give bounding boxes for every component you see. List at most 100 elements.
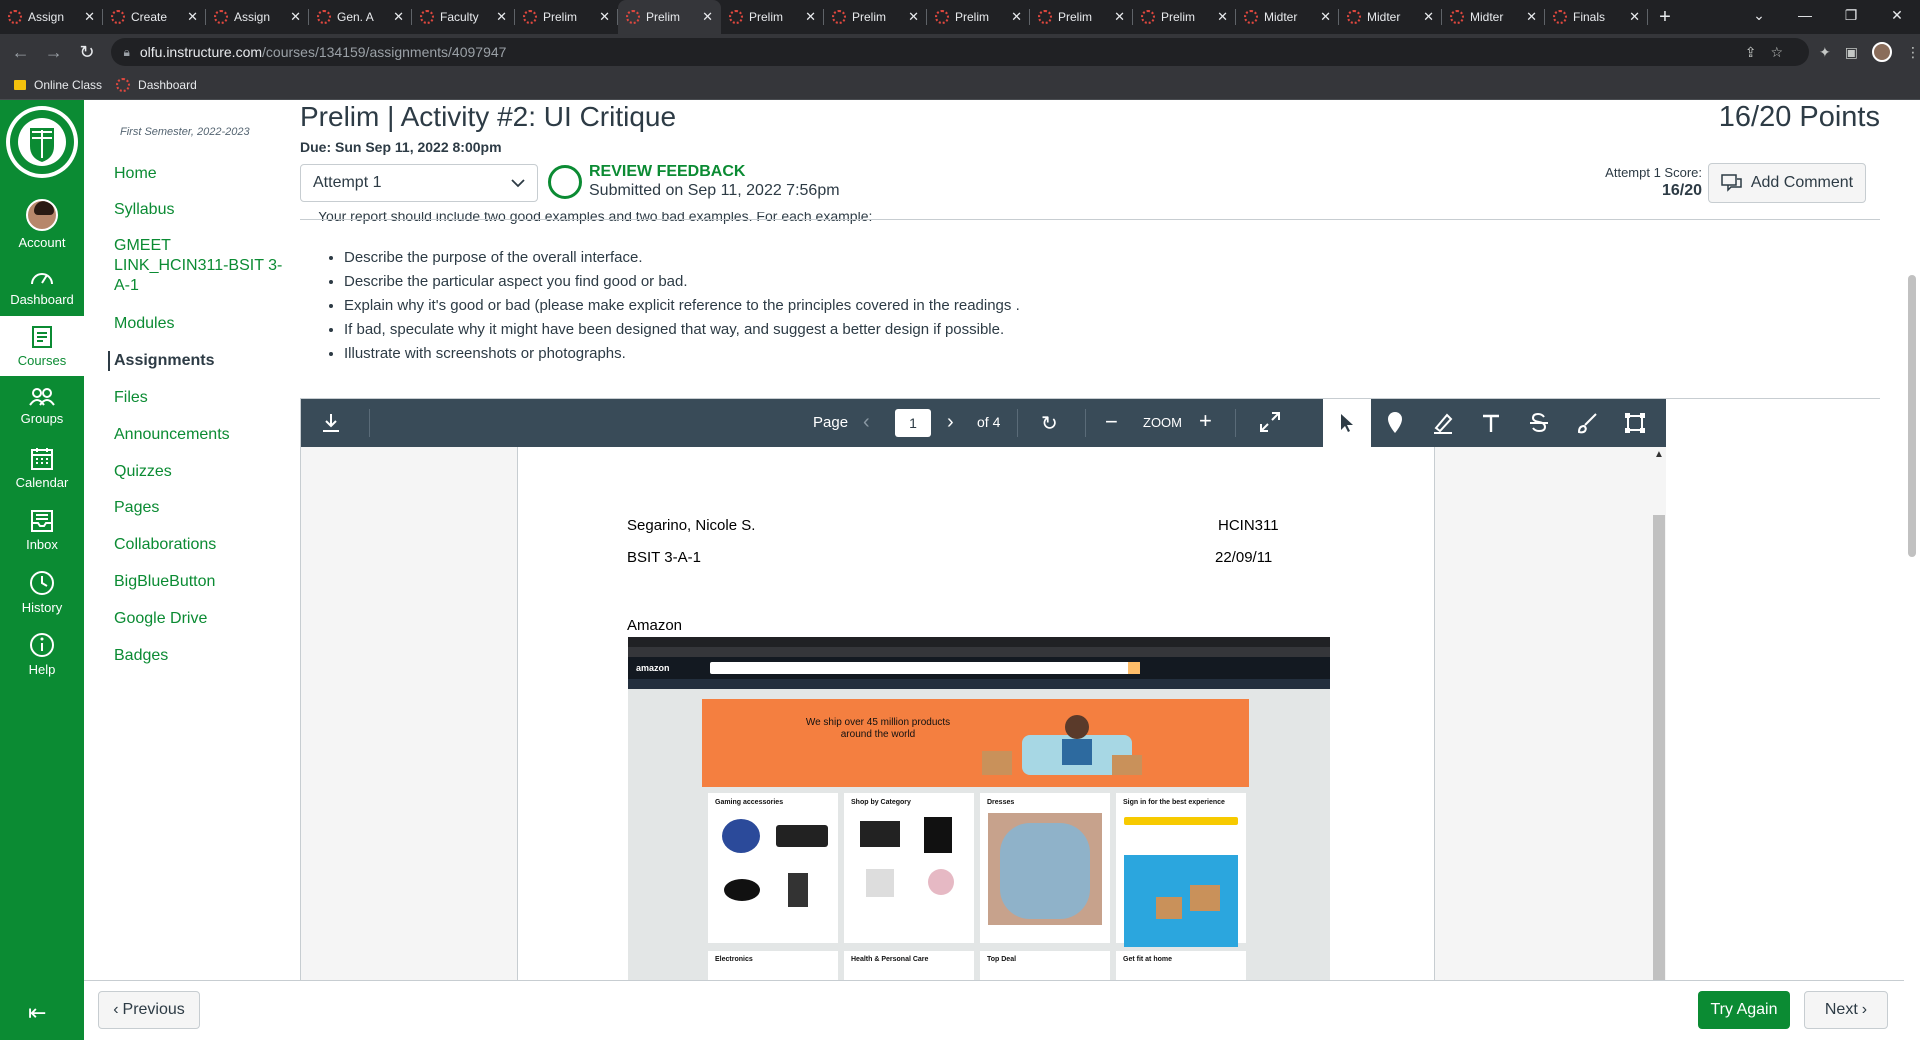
- tab-label: Prelim: [749, 10, 784, 24]
- close-window-icon[interactable]: ✕: [1874, 0, 1920, 34]
- scroll-up-icon[interactable]: ▲: [1654, 449, 1664, 460]
- tab-close-icon[interactable]: ✕: [84, 9, 95, 25]
- browser-tab[interactable]: Finals ✕: [1545, 0, 1648, 34]
- collapse-nav-icon[interactable]: ⇤: [28, 1000, 46, 1026]
- menu-icon[interactable]: ⋮: [1906, 44, 1920, 61]
- back-icon[interactable]: ←: [4, 42, 37, 63]
- chevron-left-icon: ‹: [113, 1001, 119, 1018]
- course-nav-google-drive[interactable]: Google Drive: [114, 609, 284, 629]
- course-nav-modules[interactable]: Modules: [114, 314, 284, 334]
- text-tool[interactable]: [1467, 399, 1515, 447]
- viewer-scrollbar[interactable]: ▲: [1651, 447, 1666, 980]
- minimize-icon[interactable]: —: [1782, 0, 1828, 34]
- zoom-out-icon[interactable]: −: [1105, 409, 1118, 435]
- page-scrollbar[interactable]: [1904, 100, 1920, 1040]
- add-comment-button[interactable]: Add Comment: [1708, 163, 1866, 203]
- new-tab-button[interactable]: +: [1648, 0, 1682, 34]
- nav-inbox[interactable]: Inbox: [0, 500, 84, 560]
- download-icon[interactable]: [321, 412, 341, 434]
- viewer-scroll-thumb[interactable]: [1653, 515, 1665, 980]
- tab-close-icon[interactable]: ✕: [1011, 9, 1022, 25]
- course-nav-syllabus[interactable]: Syllabus: [114, 200, 284, 220]
- highlight-tool[interactable]: [1419, 399, 1467, 447]
- course-nav-home[interactable]: Home: [114, 164, 284, 184]
- browser-tab[interactable]: Create ✕: [103, 0, 206, 34]
- forward-icon[interactable]: →: [37, 42, 70, 63]
- browser-tab[interactable]: Prelim ✕: [1133, 0, 1236, 34]
- course-nav-bigbluebutton[interactable]: BigBlueButton: [114, 572, 284, 592]
- browser-tab[interactable]: Assign ✕: [0, 0, 103, 34]
- tab-close-icon[interactable]: ✕: [1423, 9, 1434, 25]
- browser-tab[interactable]: Midter ✕: [1236, 0, 1339, 34]
- point-tool[interactable]: [1371, 399, 1419, 447]
- browser-tab[interactable]: Prelim ✕: [824, 0, 927, 34]
- restore-icon[interactable]: ❐: [1828, 0, 1874, 34]
- strikeout-tool[interactable]: [1515, 399, 1563, 447]
- browser-tab[interactable]: Midter ✕: [1339, 0, 1442, 34]
- extensions-icon[interactable]: ✦: [1819, 44, 1831, 61]
- rotate-icon[interactable]: ↻: [1041, 411, 1058, 436]
- course-nav-files[interactable]: Files: [114, 388, 284, 408]
- tab-close-icon[interactable]: ✕: [1526, 9, 1537, 25]
- tab-close-icon[interactable]: ✕: [1629, 9, 1640, 25]
- address-bar[interactable]: 🔒︎ olfu.instructure.com /courses/134159/…: [111, 38, 1810, 66]
- course-nav-quizzes[interactable]: Quizzes: [114, 462, 284, 482]
- nav-account[interactable]: Account: [0, 194, 84, 254]
- browser-tab[interactable]: Prelim ✕: [618, 0, 721, 34]
- course-nav-collaborations[interactable]: Collaborations: [114, 535, 284, 555]
- nav-calendar[interactable]: Calendar: [0, 438, 84, 498]
- course-nav-assignments[interactable]: Assignments: [108, 351, 278, 371]
- next-button[interactable]: Next ›: [1804, 991, 1888, 1029]
- next-page-icon[interactable]: ›: [947, 411, 954, 434]
- page-scroll-thumb[interactable]: [1908, 275, 1916, 557]
- tab-close-icon[interactable]: ✕: [187, 9, 198, 25]
- page-number-input[interactable]: 1: [895, 409, 931, 437]
- zoom-in-icon[interactable]: +: [1199, 408, 1212, 434]
- nav-dashboard[interactable]: Dashboard: [0, 256, 84, 316]
- course-nav-pages[interactable]: Pages: [114, 498, 284, 518]
- select-tool[interactable]: [1323, 399, 1371, 447]
- tab-close-icon[interactable]: ✕: [805, 9, 816, 25]
- tab-close-icon[interactable]: ✕: [702, 9, 713, 25]
- browser-tab[interactable]: Assign ✕: [206, 0, 309, 34]
- attempt-select[interactable]: Attempt 1: [300, 164, 538, 202]
- fullscreen-icon[interactable]: [1259, 411, 1281, 433]
- freedraw-tool[interactable]: [1563, 399, 1611, 447]
- course-nav-announcements[interactable]: Announcements: [114, 425, 284, 445]
- share-and-bookmark-icons[interactable]: ⇪☆: [1745, 44, 1797, 61]
- school-seal-logo[interactable]: [4, 102, 80, 188]
- bookmark-online-class[interactable]: Online Class: [14, 78, 102, 92]
- browser-tab[interactable]: Prelim ✕: [721, 0, 824, 34]
- profile-avatar[interactable]: [1871, 42, 1892, 62]
- tab-close-icon[interactable]: ✕: [908, 9, 919, 25]
- try-again-button[interactable]: Try Again: [1698, 991, 1790, 1029]
- reload-icon[interactable]: ↻: [70, 42, 103, 63]
- nav-history[interactable]: History: [0, 562, 84, 622]
- tab-close-icon[interactable]: ✕: [1114, 9, 1125, 25]
- area-tool[interactable]: [1611, 399, 1659, 447]
- tab-close-icon[interactable]: ✕: [1217, 9, 1228, 25]
- tab-close-icon[interactable]: ✕: [393, 9, 404, 25]
- tab-close-icon[interactable]: ✕: [290, 9, 301, 25]
- previous-button[interactable]: ‹ Previous: [98, 991, 200, 1029]
- tab-close-icon[interactable]: ✕: [599, 9, 610, 25]
- browser-tab[interactable]: Prelim ✕: [1030, 0, 1133, 34]
- browser-tab[interactable]: Midter ✕: [1442, 0, 1545, 34]
- bookmark-dashboard[interactable]: Dashboard: [116, 77, 197, 92]
- previous-page-icon[interactable]: ‹: [863, 411, 870, 434]
- browser-tab[interactable]: Faculty ✕: [412, 0, 515, 34]
- tab-search-icon[interactable]: ⌄: [1736, 0, 1782, 34]
- nav-courses[interactable]: Courses: [0, 316, 84, 376]
- nav-help[interactable]: Help: [0, 624, 84, 684]
- course-nav-badges[interactable]: Badges: [114, 646, 284, 666]
- browser-tab[interactable]: Gen. A ✕: [309, 0, 412, 34]
- browser-tab[interactable]: Prelim ✕: [515, 0, 618, 34]
- nav-groups[interactable]: Groups: [0, 376, 84, 436]
- tab-close-icon[interactable]: ✕: [1320, 9, 1331, 25]
- side-panel-icon[interactable]: ▣: [1845, 44, 1858, 61]
- browser-tab[interactable]: Prelim ✕: [927, 0, 1030, 34]
- course-nav-gmeet-link[interactable]: GMEET LINK_HCIN311-BSIT 3-A-1: [114, 236, 284, 296]
- review-feedback-link[interactable]: REVIEW FEEDBACK: [589, 163, 745, 181]
- tab-close-icon[interactable]: ✕: [496, 9, 507, 25]
- browser-toolbar: ← → ↻ 🔒︎ olfu.instructure.com /courses/1…: [0, 34, 1920, 70]
